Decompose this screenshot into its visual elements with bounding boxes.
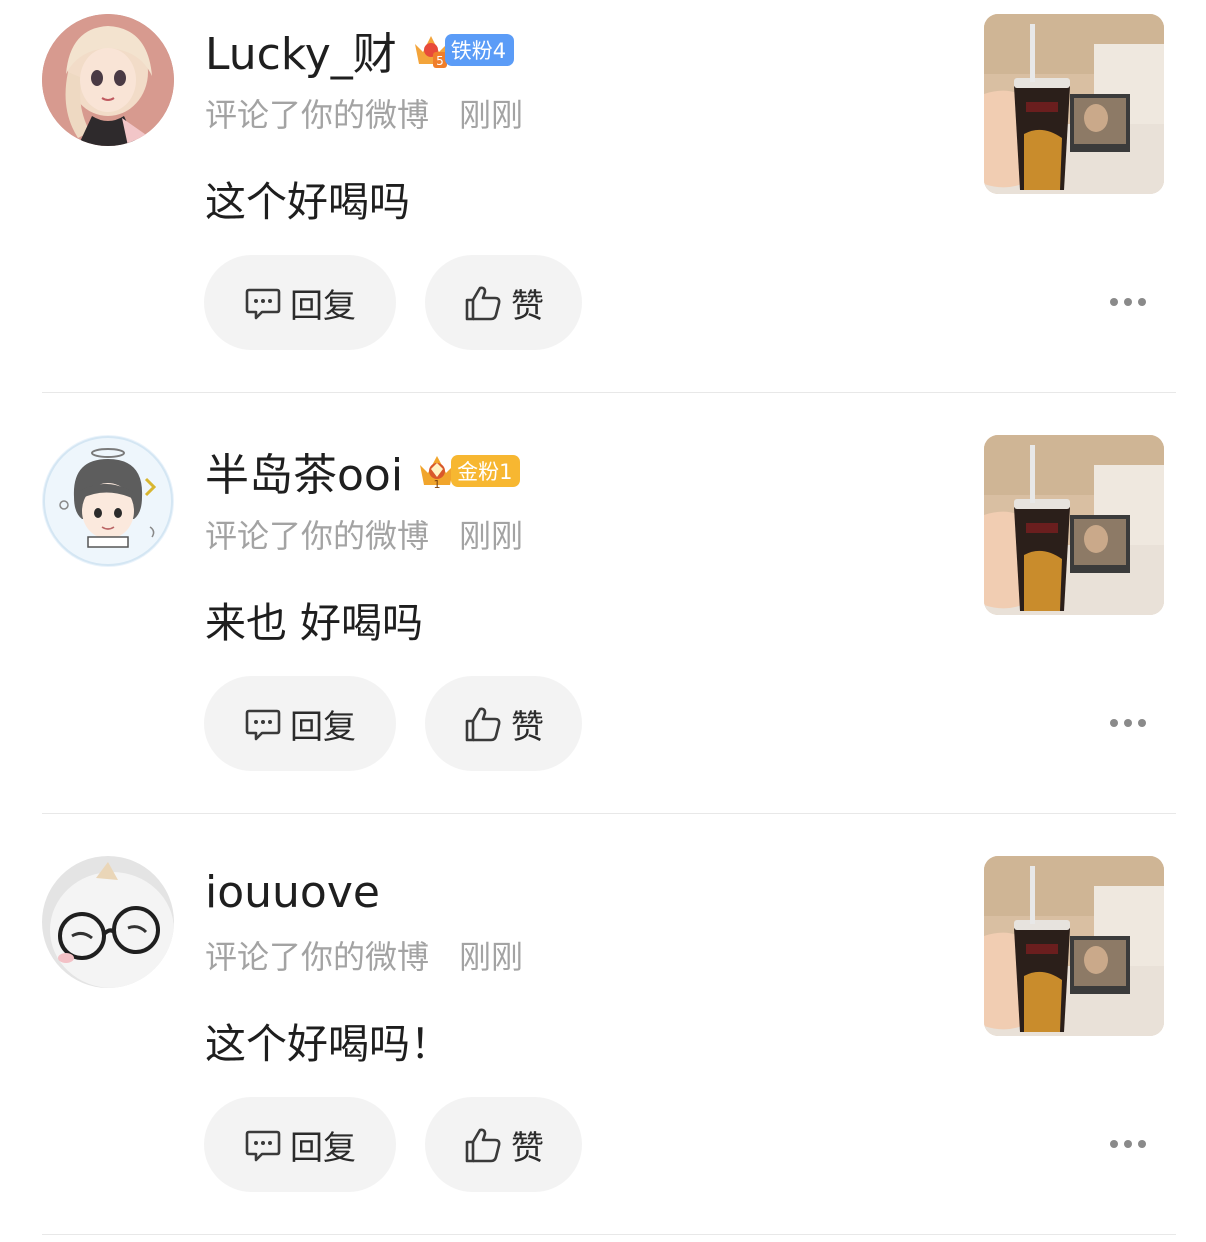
username[interactable]: Lucky_财 <box>205 18 397 82</box>
comment-bubble-icon <box>245 288 281 319</box>
svg-text:5: 5 <box>436 54 444 68</box>
username[interactable]: iouuove <box>205 867 380 918</box>
comment-item: iouuove 评论了你的微博 刚刚 这个好喝吗！ 回复 赞 <box>0 842 1206 1242</box>
comment-item: Lucky_财 5 铁粉4 评论了你的微博 刚刚 这个好喝吗 回复 赞 <box>0 0 1206 421</box>
action-text: 评论了你的微博 <box>205 96 430 134</box>
comment-item: 半岛茶ooi 1 金粉1 评论了你的微博 刚刚 来也 好喝吗 回复 赞 <box>0 421 1206 842</box>
thumbs-up-icon <box>465 707 501 741</box>
timestamp: 刚刚 <box>459 517 524 555</box>
fan-badge[interactable]: 5 铁粉4 <box>411 30 515 70</box>
comment-meta: 评论了你的微博 刚刚 <box>205 511 523 557</box>
divider <box>42 392 1176 393</box>
action-text: 评论了你的微博 <box>205 517 430 555</box>
svg-text:1: 1 <box>434 478 441 491</box>
avatar[interactable] <box>42 856 174 988</box>
comment-bubble-icon <box>245 709 281 740</box>
avatar[interactable] <box>42 14 174 146</box>
like-label: 赞 <box>511 285 544 325</box>
more-dots-icon[interactable] <box>1104 707 1152 739</box>
fan-badge[interactable]: 1 金粉1 <box>417 451 521 491</box>
comment-meta: 评论了你的微博 刚刚 <box>205 90 523 136</box>
divider <box>42 813 1176 814</box>
name-row: Lucky_财 5 铁粉4 <box>205 22 515 80</box>
comment-bubble-icon <box>245 1130 281 1161</box>
like-label: 赞 <box>511 1127 544 1167</box>
comment-text: 来也 好喝吗 <box>205 599 424 647</box>
badge-label: 金粉1 <box>451 455 521 487</box>
action-text: 评论了你的微博 <box>205 938 430 976</box>
post-thumbnail[interactable] <box>984 14 1164 194</box>
reply-label: 回复 <box>290 285 356 325</box>
like-label: 赞 <box>511 706 544 746</box>
more-dots-icon[interactable] <box>1104 1128 1152 1160</box>
reply-button[interactable]: 回复 <box>204 1097 396 1192</box>
badge-label: 铁粉4 <box>444 34 515 66</box>
username[interactable]: 半岛茶ooi <box>205 439 403 503</box>
more-dots-icon[interactable] <box>1104 286 1152 318</box>
like-button[interactable]: 赞 <box>425 676 582 771</box>
reply-button[interactable]: 回复 <box>204 676 396 771</box>
reply-label: 回复 <box>290 706 356 746</box>
post-thumbnail[interactable] <box>984 435 1164 615</box>
like-button[interactable]: 赞 <box>425 1097 582 1192</box>
comment-feed: Lucky_财 5 铁粉4 评论了你的微博 刚刚 这个好喝吗 回复 赞 半岛茶o… <box>0 0 1206 1242</box>
comment-text: 这个好喝吗 <box>205 178 410 226</box>
name-row: iouuove <box>205 864 380 920</box>
reply-label: 回复 <box>290 1127 356 1167</box>
timestamp: 刚刚 <box>459 938 524 976</box>
comment-text: 这个好喝吗！ <box>205 1020 451 1068</box>
avatar[interactable] <box>42 435 174 567</box>
comment-meta: 评论了你的微博 刚刚 <box>205 932 523 978</box>
divider <box>42 1234 1176 1235</box>
timestamp: 刚刚 <box>459 96 524 134</box>
like-button[interactable]: 赞 <box>425 255 582 350</box>
thumbs-up-icon <box>465 1128 501 1162</box>
post-thumbnail[interactable] <box>984 856 1164 1036</box>
thumbs-up-icon <box>465 286 501 320</box>
reply-button[interactable]: 回复 <box>204 255 396 350</box>
name-row: 半岛茶ooi 1 金粉1 <box>205 443 521 501</box>
